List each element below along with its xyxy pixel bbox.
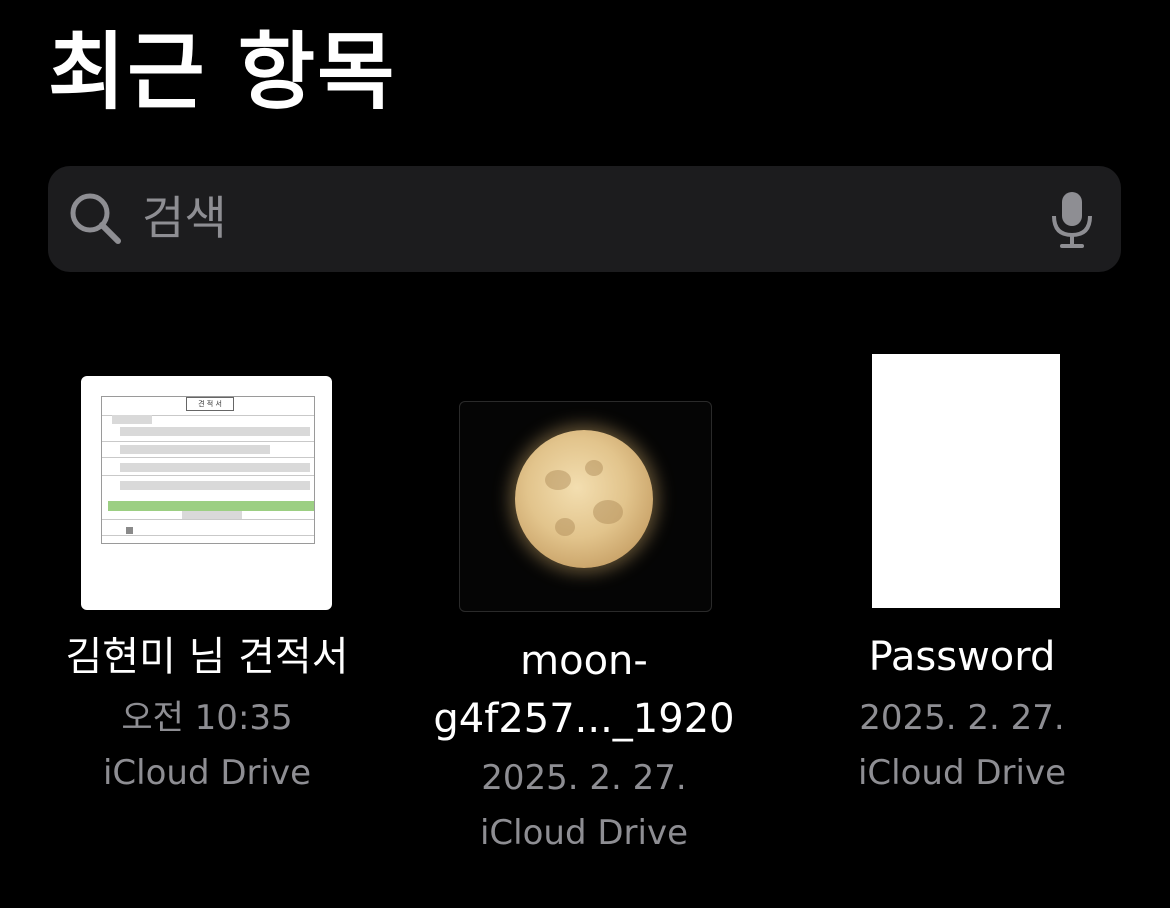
page-title: 최근 항목 — [48, 23, 397, 121]
sheet-header-text: 견 적 서 — [186, 397, 234, 411]
file-name: Password — [868, 634, 1056, 680]
file-date: 2025. 2. 27. — [859, 698, 1065, 738]
search-icon — [68, 191, 124, 247]
microphone-icon[interactable] — [1049, 190, 1095, 250]
file-name-line2: g4f257..._1920 — [433, 696, 735, 742]
file-name-line1: moon- — [520, 638, 648, 684]
image-thumbnail[interactable] — [459, 401, 712, 612]
file-date: 오전 10:35 — [121, 698, 293, 738]
search-bar[interactable]: 검색 — [48, 166, 1121, 272]
search-input[interactable]: 검색 — [142, 190, 227, 246]
moon-image — [515, 430, 653, 568]
file-location: iCloud Drive — [857, 753, 1067, 793]
spreadsheet-preview: 견 적 서 — [101, 396, 315, 544]
file-date: 2025. 2. 27. — [481, 758, 687, 798]
document-thumbnail[interactable]: 견 적 서 — [81, 376, 332, 610]
document-thumbnail[interactable] — [872, 354, 1060, 608]
file-location: iCloud Drive — [102, 753, 312, 793]
file-name: 김현미 님 견적서 — [65, 634, 349, 680]
file-location: iCloud Drive — [479, 813, 689, 853]
